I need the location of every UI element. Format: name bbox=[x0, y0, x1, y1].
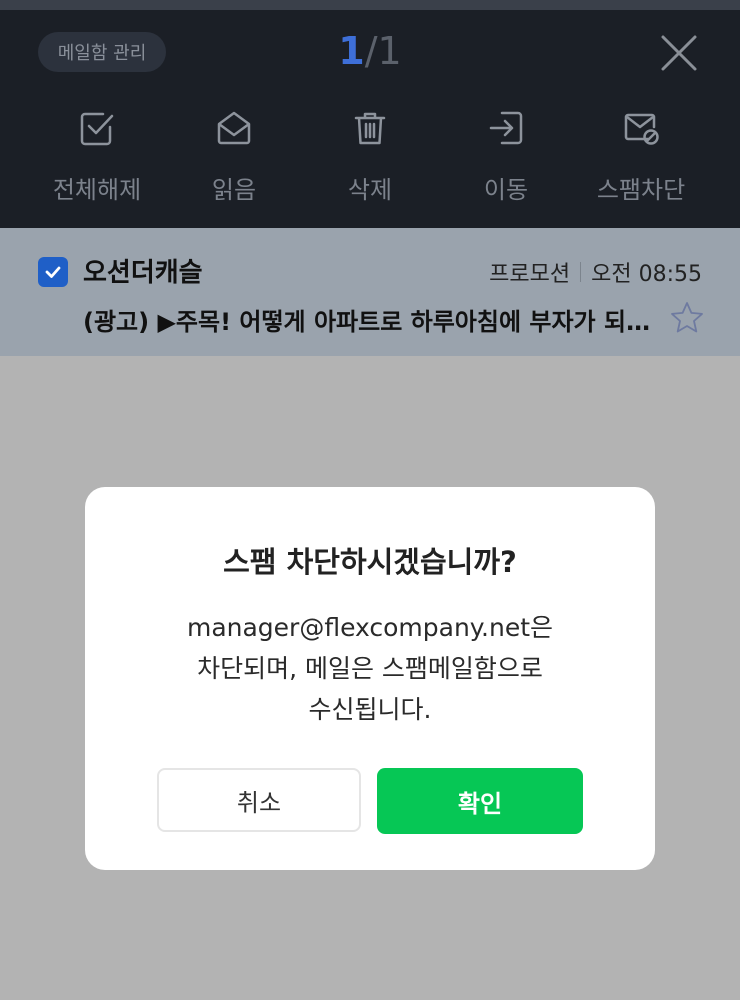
spam-block-dialog: 스팸 차단하시겠습니까? manager@flexcompany.net은 차단… bbox=[85, 487, 655, 870]
mark-read-button[interactable]: 읽음 bbox=[164, 108, 304, 205]
check-square-icon bbox=[80, 112, 114, 146]
selection-counter: 1/1 bbox=[0, 28, 740, 74]
current-index: 1 bbox=[338, 29, 365, 73]
close-icon[interactable] bbox=[660, 34, 698, 72]
mail-checkbox[interactable] bbox=[38, 257, 68, 287]
dialog-message: manager@flexcompany.net은 차단되며, 메일은 스팸메일함… bbox=[115, 607, 625, 730]
star-icon[interactable] bbox=[669, 300, 705, 336]
cancel-button[interactable]: 취소 bbox=[157, 768, 361, 832]
action-label: 읽음 bbox=[211, 176, 257, 204]
mail-meta: 프로모션 오전 08:55 bbox=[489, 256, 702, 288]
dialog-message-line: 차단되며, 메일은 스팸메일함으로 bbox=[197, 654, 543, 683]
action-label: 삭제 bbox=[347, 176, 393, 204]
open-envelope-icon bbox=[217, 111, 251, 145]
mail-time: 오전 08:55 bbox=[591, 262, 702, 287]
mail-category: 프로모션 bbox=[489, 262, 571, 287]
mail-subject: (광고) ▶주목! 어떻게 아파트로 하루아침에 부자가 되었을까 bbox=[83, 308, 658, 336]
confirm-button[interactable]: 확인 bbox=[377, 768, 583, 834]
action-label: 스팸차단 bbox=[596, 176, 686, 204]
checkmark-icon bbox=[45, 266, 61, 278]
dialog-message-line: manager@flexcompany.net은 bbox=[186, 613, 554, 642]
spam-block-icon bbox=[624, 113, 659, 145]
action-label: 전체해제 bbox=[52, 176, 142, 204]
counter-separator: / bbox=[364, 29, 378, 73]
action-label: 이동 bbox=[483, 176, 529, 204]
spam-block-button[interactable]: 스팸차단 bbox=[571, 108, 711, 205]
mail-sender: 오션더캐슬 bbox=[83, 258, 203, 288]
delete-button[interactable]: 삭제 bbox=[300, 108, 440, 205]
move-icon bbox=[489, 111, 523, 145]
status-strip bbox=[0, 0, 740, 10]
deselect-all-button[interactable]: 전체해제 bbox=[27, 108, 167, 205]
move-button[interactable]: 이동 bbox=[436, 108, 576, 205]
total-count: 1 bbox=[377, 29, 402, 73]
action-header: 메일함 관리 1/1 전체해제 읽음 삭제 이동 스팸차단 bbox=[0, 0, 740, 228]
action-toolbar: 전체해제 읽음 삭제 이동 스팸차단 bbox=[0, 108, 740, 208]
trash-icon bbox=[354, 112, 386, 145]
meta-divider bbox=[580, 262, 582, 282]
dialog-title: 스팸 차단하시겠습니까? bbox=[223, 545, 517, 579]
dialog-message-line: 수신됩니다. bbox=[308, 695, 432, 724]
